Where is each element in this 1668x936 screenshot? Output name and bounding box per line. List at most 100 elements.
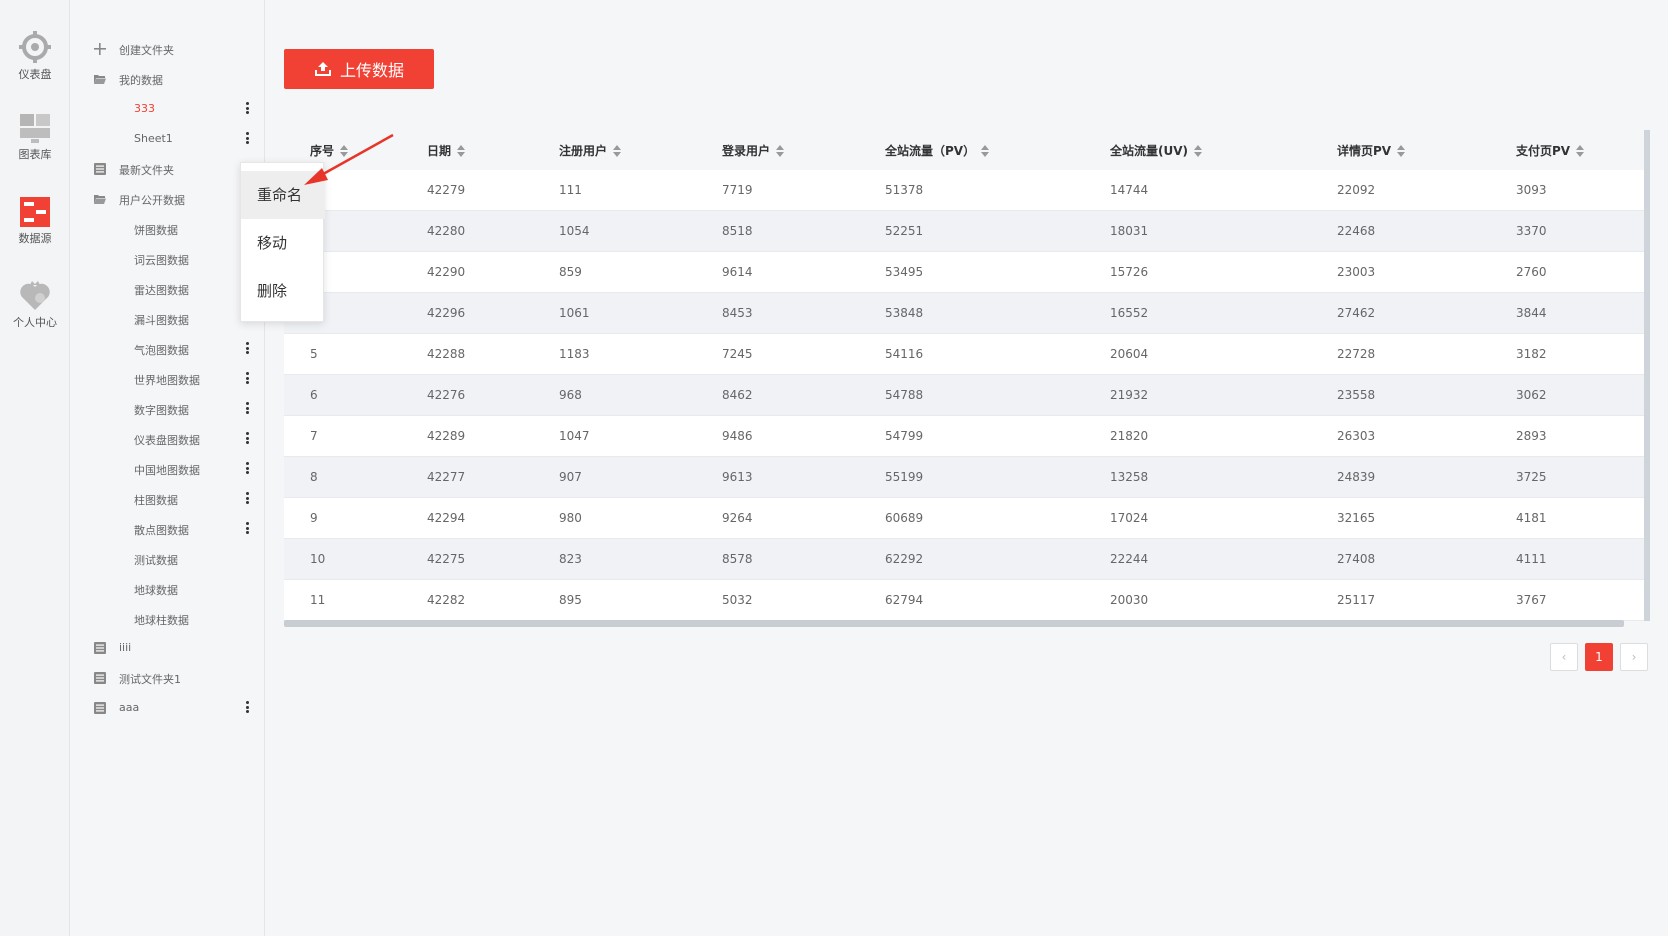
- table-cell: 53848: [885, 306, 924, 320]
- vertical-scrollbar[interactable]: [1644, 130, 1650, 621]
- column-header-payment-pv[interactable]: 支付页PV: [1516, 142, 1585, 159]
- sort-icon[interactable]: [776, 144, 785, 157]
- tree-item-bar-data[interactable]: 柱图数据: [70, 488, 265, 510]
- tree-item-aaa[interactable]: aaa: [70, 697, 265, 719]
- more-options-icon[interactable]: [244, 372, 250, 386]
- more-options-icon[interactable]: [244, 342, 250, 356]
- table-cell: 9613: [722, 470, 753, 484]
- header-label: 详情页PV: [1337, 144, 1392, 158]
- tree-item-globe-data[interactable]: 地球数据: [70, 578, 265, 600]
- create-folder-button[interactable]: 创建文件夹: [70, 38, 265, 60]
- table-row[interactable]: 8 42277 907 9613 55199 13258 24839 3725: [284, 457, 1644, 498]
- table-row[interactable]: 42280 1054 8518 52251 18031 22468 3370: [284, 211, 1644, 252]
- table-cell: 27462: [1337, 306, 1376, 320]
- tree-item-333[interactable]: 333: [70, 98, 265, 120]
- tree-item-label: 词云图数据: [134, 254, 189, 267]
- more-options-icon[interactable]: [244, 402, 250, 416]
- sort-icon[interactable]: [457, 144, 466, 157]
- rail-item-data-source[interactable]: 数据源: [0, 196, 70, 246]
- more-options-icon[interactable]: [244, 522, 250, 536]
- tree-item-label: iiii: [119, 641, 132, 654]
- table-row[interactable]: 5 42288 1183 7245 54116 20604 22728 3182: [284, 334, 1644, 375]
- table-row[interactable]: 7 42289 1047 9486 54799 21820 26303 2893: [284, 416, 1644, 457]
- tree-item-bubble-data[interactable]: 气泡图数据: [70, 338, 265, 360]
- upload-button-label: 上传数据: [339, 61, 404, 80]
- tree-item-latest-folder[interactable]: 最新文件夹: [70, 158, 265, 180]
- prev-page-button[interactable]: ‹: [1550, 643, 1578, 671]
- table-row[interactable]: 6 42276 968 8462 54788 21932 23558 3062: [284, 375, 1644, 416]
- tree-item-iiii[interactable]: iiii: [70, 637, 265, 659]
- tree-item-world-map-data[interactable]: 世界地图数据: [70, 368, 265, 390]
- tree-item-test-folder-1[interactable]: 测试文件夹1: [70, 667, 265, 689]
- more-options-icon[interactable]: [244, 432, 250, 446]
- table-cell: 9486: [722, 429, 753, 443]
- more-options-icon[interactable]: [244, 701, 250, 715]
- table-cell: 42279: [427, 183, 466, 197]
- tree-item-label: aaa: [119, 701, 140, 714]
- table-cell: 42277: [427, 470, 466, 484]
- rail-item-user-center[interactable]: 个人中心: [0, 280, 70, 330]
- tree-item-label: 中国地图数据: [134, 464, 200, 477]
- table-cell: 3767: [1516, 593, 1547, 607]
- table-cell: 54116: [885, 347, 924, 361]
- next-page-button[interactable]: ›: [1620, 643, 1648, 671]
- column-header-registered-users[interactable]: 注册用户: [559, 142, 622, 159]
- menu-item-move[interactable]: 移动: [241, 219, 325, 267]
- tree-item-label: 世界地图数据: [134, 374, 200, 387]
- tree-item-gauge-data[interactable]: 仪表盘图数据: [70, 428, 265, 450]
- page-1-button[interactable]: 1: [1585, 643, 1613, 671]
- tree-item-pie-data[interactable]: 饼图数据: [70, 218, 265, 240]
- column-header-site-pv[interactable]: 全站流量（PV）: [885, 142, 990, 159]
- rail-label: 个人中心: [13, 316, 57, 329]
- more-options-icon[interactable]: [244, 462, 250, 476]
- table-cell: 895: [559, 593, 582, 607]
- rail-item-chart-library[interactable]: 图表库: [0, 112, 70, 162]
- sort-icon[interactable]: [1194, 144, 1203, 157]
- tree-item-wordcloud-data[interactable]: 词云图数据: [70, 248, 265, 270]
- table-cell: 7: [310, 429, 318, 443]
- menu-item-delete[interactable]: 删除: [241, 267, 325, 315]
- tree-item-my-data[interactable]: 我的数据: [70, 68, 265, 90]
- sort-icon[interactable]: [1576, 144, 1585, 157]
- table-cell: 10: [310, 552, 326, 566]
- sort-icon[interactable]: [1397, 144, 1406, 157]
- table-cell: 111: [559, 183, 582, 197]
- icon-rail: 仪表盘 图表库 数据源 个人中心: [0, 0, 70, 936]
- column-header-login-users[interactable]: 登录用户: [722, 142, 785, 159]
- table-cell: 26303: [1337, 429, 1376, 443]
- table-row[interactable]: 42279 111 7719 51378 14744 22092 3093: [284, 170, 1644, 211]
- horizontal-scrollbar[interactable]: [284, 620, 1624, 627]
- table-cell: 17024: [1110, 511, 1149, 525]
- table-cell: 14744: [1110, 183, 1149, 197]
- table-row[interactable]: 42290 859 9614 53495 15726 23003 2760: [284, 252, 1644, 293]
- table-cell: 62794: [885, 593, 924, 607]
- column-header-date[interactable]: 日期: [427, 142, 466, 159]
- table-row[interactable]: 10 42275 823 8578 62292 22244 27408 4111: [284, 539, 1644, 580]
- tree-item-radar-data[interactable]: 雷达图数据: [70, 278, 265, 300]
- rail-item-dashboard[interactable]: 仪表盘: [0, 30, 70, 82]
- more-options-icon[interactable]: [244, 132, 250, 146]
- rail-label: 仪表盘: [18, 68, 52, 81]
- sort-icon[interactable]: [981, 144, 990, 157]
- tree-item-sheet1[interactable]: Sheet1: [70, 128, 265, 150]
- tree-item-number-data[interactable]: 数字图数据: [70, 398, 265, 420]
- more-options-icon[interactable]: [244, 102, 250, 116]
- table-row[interactable]: 9 42294 980 9264 60689 17024 32165 4181: [284, 498, 1644, 539]
- tree-item-scatter-data[interactable]: 散点图数据: [70, 518, 265, 540]
- tree-item-label: 测试文件夹1: [119, 673, 181, 686]
- tree-item-test-data[interactable]: 测试数据: [70, 548, 265, 570]
- column-header-site-uv[interactable]: 全站流量(UV): [1110, 142, 1203, 159]
- column-header-detail-pv[interactable]: 详情页PV: [1337, 142, 1406, 159]
- tree-item-china-map-data[interactable]: 中国地图数据: [70, 458, 265, 480]
- table-row[interactable]: 42296 1061 8453 53848 16552 27462 3844: [284, 293, 1644, 334]
- table-cell: 54799: [885, 429, 924, 443]
- table-row[interactable]: 11 42282 895 5032 62794 20030 25117 3767: [284, 580, 1644, 621]
- tree-item-public-data[interactable]: 用户公开数据: [70, 188, 265, 210]
- more-options-icon[interactable]: [244, 492, 250, 506]
- tree-item-globe-bar-data[interactable]: 地球柱数据: [70, 608, 265, 630]
- table-cell: 3182: [1516, 347, 1547, 361]
- tree-item-funnel-data[interactable]: 漏斗图数据: [70, 308, 265, 330]
- upload-data-button[interactable]: 上传数据: [284, 49, 434, 89]
- sort-icon[interactable]: [613, 144, 622, 157]
- create-folder-label: 创建文件夹: [119, 44, 174, 57]
